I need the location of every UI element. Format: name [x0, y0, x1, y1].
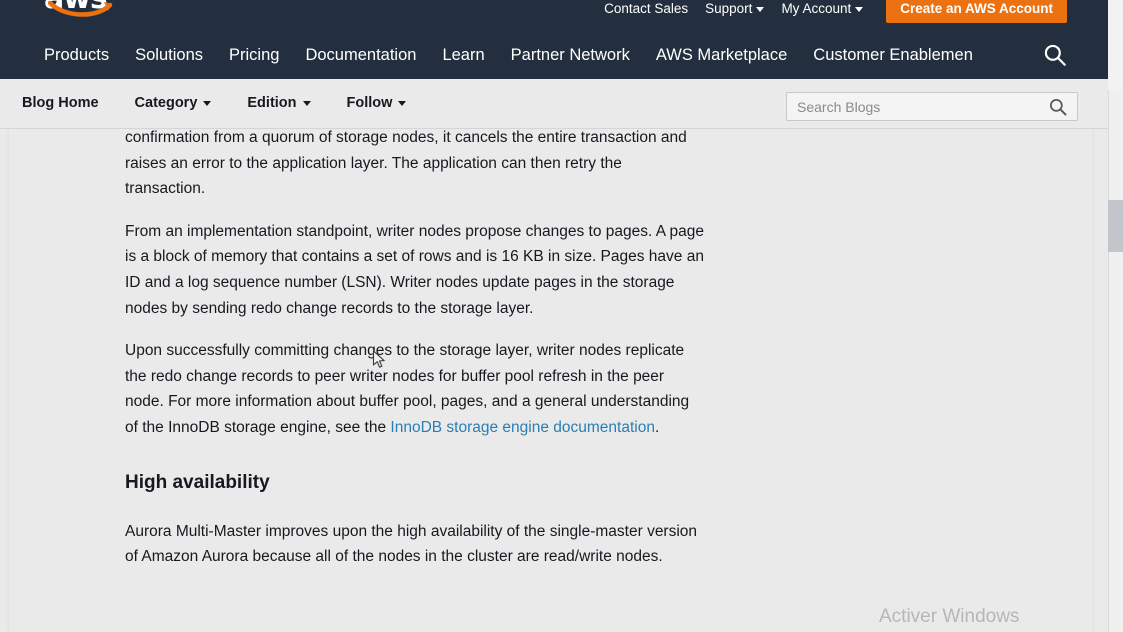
page-content-area: confirmation from a quorum of storage no…: [0, 129, 1108, 632]
utility-nav: Contact Sales Support My Account Create …: [604, 0, 1067, 23]
browser-page: aws Contact Sales Support My Account Cre…: [0, 0, 1123, 632]
nav-item-learn[interactable]: Learn: [442, 38, 484, 72]
chevron-down-icon: [203, 100, 212, 106]
utility-link-support[interactable]: Support: [705, 0, 765, 22]
aws-smile-icon: [48, 0, 113, 17]
nav-item-products[interactable]: Products: [44, 38, 109, 72]
nav-item-aws-marketplace[interactable]: AWS Marketplace: [656, 38, 787, 72]
search-icon[interactable]: [1048, 97, 1068, 117]
blog-search-box[interactable]: [786, 92, 1078, 121]
blog-nav-item-edition[interactable]: Edition: [247, 79, 311, 128]
blog-subnav-items: Blog Home Category Edition Follow: [22, 79, 442, 128]
chevron-down-icon: [398, 100, 407, 106]
innodb-docs-link[interactable]: InnoDB storage engine documentation: [390, 419, 655, 436]
blog-nav-item-blog-home[interactable]: Blog Home: [22, 79, 99, 128]
article-paragraph-4: Aurora Multi-Master improves upon the hi…: [125, 522, 698, 566]
scrollbar-top-filler: [1108, 0, 1123, 90]
primary-nav: Products Solutions Pricing Documentation…: [44, 38, 973, 72]
scrollbar-thumb[interactable]: [1108, 200, 1123, 252]
article-paragraph-3: Upon successfully committing changes to …: [125, 338, 705, 440]
nav-item-customer-enablement[interactable]: Customer Enablemen: [813, 38, 973, 72]
search-input[interactable]: [797, 93, 1037, 120]
article-page-shell: confirmation from a quorum of storage no…: [9, 129, 1092, 632]
utility-link-contact-sales[interactable]: Contact Sales: [604, 0, 688, 22]
chevron-down-icon: [302, 100, 311, 106]
nav-item-pricing[interactable]: Pricing: [229, 38, 279, 72]
nav-item-documentation[interactable]: Documentation: [305, 38, 416, 72]
utility-link-my-account[interactable]: My Account: [781, 0, 864, 22]
blog-nav-item-follow[interactable]: Follow: [347, 79, 407, 128]
section-heading-high-availability: High availability: [125, 471, 270, 493]
chevron-down-icon: [855, 6, 864, 12]
article-paragraph-1: confirmation from a quorum of storage no…: [125, 129, 687, 198]
article-body: confirmation from a quorum of storage no…: [125, 129, 705, 587]
article-paragraph-2: From an implementation standpoint, write…: [125, 222, 705, 317]
aws-global-header: aws Contact Sales Support My Account Cre…: [0, 0, 1108, 79]
blog-nav-item-category[interactable]: Category: [135, 79, 212, 128]
search-icon[interactable]: [1042, 42, 1068, 68]
nav-item-partner-network[interactable]: Partner Network: [511, 38, 630, 72]
create-aws-account-button[interactable]: Create an AWS Account: [886, 0, 1067, 23]
nav-item-solutions[interactable]: Solutions: [135, 38, 203, 72]
vertical-scrollbar[interactable]: [1108, 90, 1123, 632]
aws-logo[interactable]: aws: [44, 0, 120, 24]
paragraph-3-text-after: .: [654, 418, 660, 436]
chevron-down-icon: [756, 6, 765, 12]
